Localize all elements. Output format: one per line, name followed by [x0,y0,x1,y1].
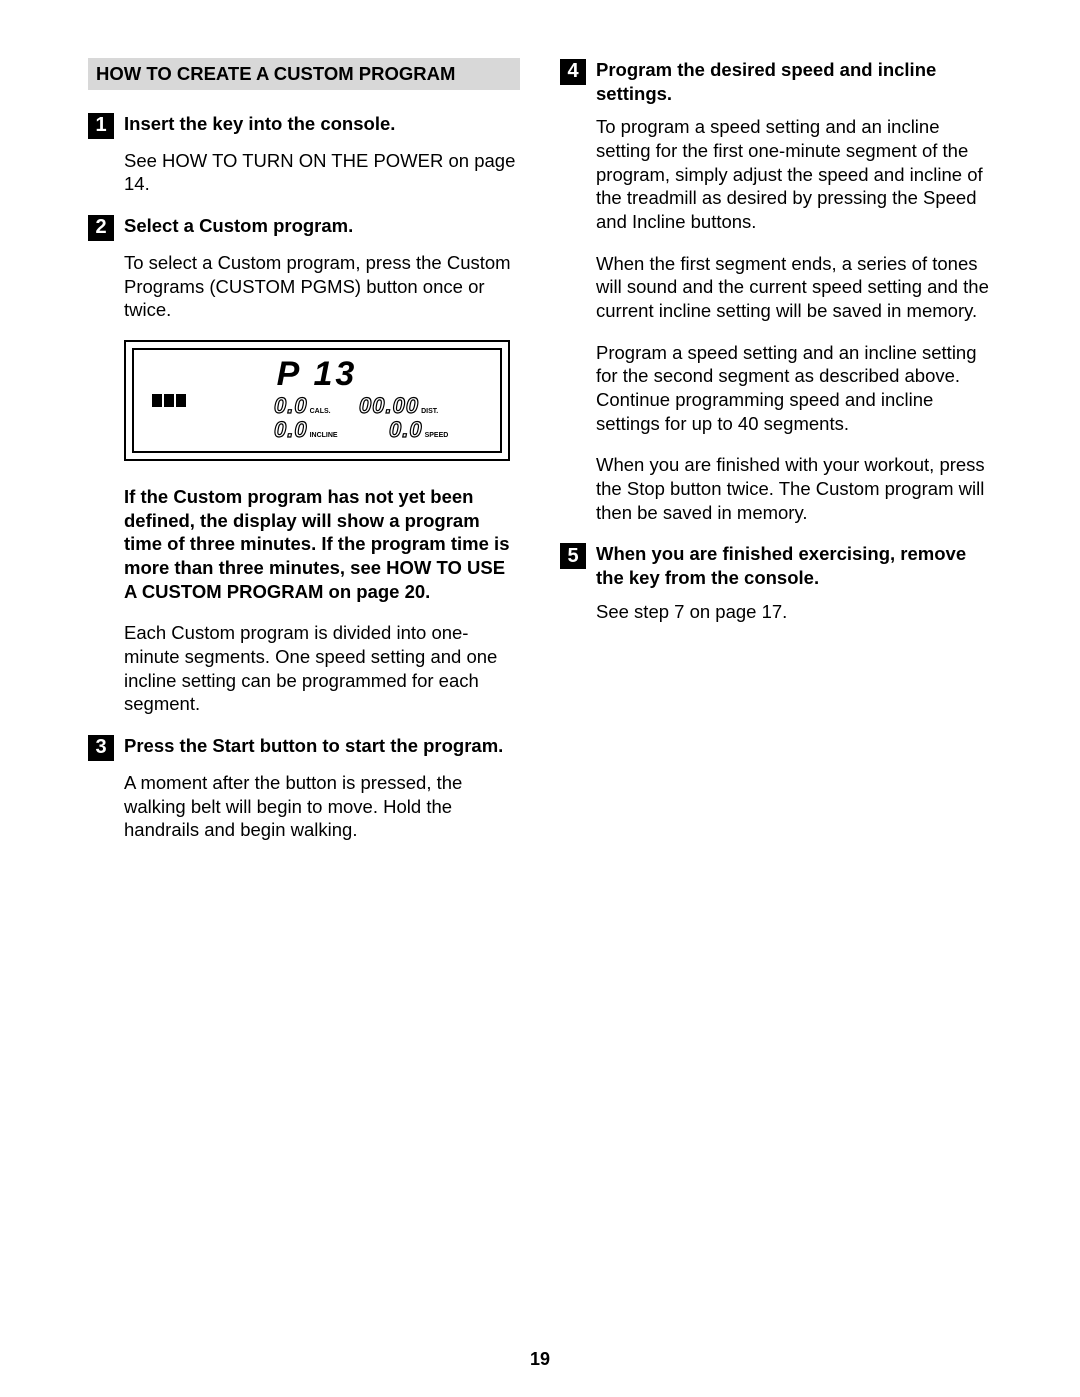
step-number-icon: 1 [88,113,114,139]
step-5-title: When you are finished exercising, remove… [596,542,992,589]
custom-program-note-bold: If the Custom program has not yet been d… [124,485,520,603]
lcd-incline-readout: 0.0 INCLINE [274,416,338,444]
custom-program-note-body: Each Custom program is divided into one-… [124,621,520,716]
lcd-incline-label: INCLINE [310,432,338,444]
step-5-header: 5 When you are finished exercising, remo… [560,542,992,589]
step-3-header: 3 Press the Start button to start the pr… [88,734,520,761]
lcd-inner-frame: P 13 0.0 CALS. 00.00 DIST. 0.0 INCLINE [132,348,502,453]
manual-page: HOW TO CREATE A CUSTOM PROGRAM 1 Insert … [0,0,1080,1397]
step-2-body: To select a Custom program, press the Cu… [124,251,520,322]
step-4-body: To program a speed setting and an inclin… [596,115,992,524]
section-title: HOW TO CREATE A CUSTOM PROGRAM [88,58,520,90]
step-1-header: 1 Insert the key into the console. [88,112,520,139]
step-1-title: Insert the key into the console. [124,112,395,136]
step-number-icon: 2 [88,215,114,241]
step-4-p4: When you are finished with your workout,… [596,453,992,524]
left-column: HOW TO CREATE A CUSTOM PROGRAM 1 Insert … [88,58,520,860]
lcd-outer-frame: P 13 0.0 CALS. 00.00 DIST. 0.0 INCLINE [124,340,510,461]
page-number: 19 [0,1348,1080,1371]
lcd-speed-label: SPEED [425,432,449,444]
step-number-icon: 5 [560,543,586,569]
step-2-title: Select a Custom program. [124,214,353,238]
step-2-header: 2 Select a Custom program. [88,214,520,241]
step-5-body: See step 7 on page 17. [596,600,992,624]
lcd-incline-value: 0.0 [274,416,308,444]
step-4-title: Program the desired speed and incline se… [596,58,992,105]
right-column: 4 Program the desired speed and incline … [560,58,992,860]
step-number-icon: 4 [560,59,586,85]
step-4-p2: When the first segment ends, a series of… [596,252,992,323]
step-3-title: Press the Start button to start the prog… [124,734,503,758]
step-3-body: A moment after the button is pressed, th… [124,771,520,842]
lcd-speed-value: 0.0 [389,416,423,444]
lcd-speed-readout: 0.0 SPEED [389,416,448,444]
step-4-p1: To program a speed setting and an inclin… [596,115,992,233]
step-1-body: See HOW TO TURN ON THE POWER on page 14. [124,149,520,196]
step-number-icon: 3 [88,735,114,761]
lcd-segment-bars-icon [152,394,186,407]
lcd-display-figure: P 13 0.0 CALS. 00.00 DIST. 0.0 INCLINE [124,340,520,461]
step-4-p3: Program a speed setting and an incline s… [596,341,992,436]
two-column-layout: HOW TO CREATE A CUSTOM PROGRAM 1 Insert … [88,58,992,860]
lcd-program-code: P 13 [277,353,358,397]
step-4-header: 4 Program the desired speed and incline … [560,58,992,105]
